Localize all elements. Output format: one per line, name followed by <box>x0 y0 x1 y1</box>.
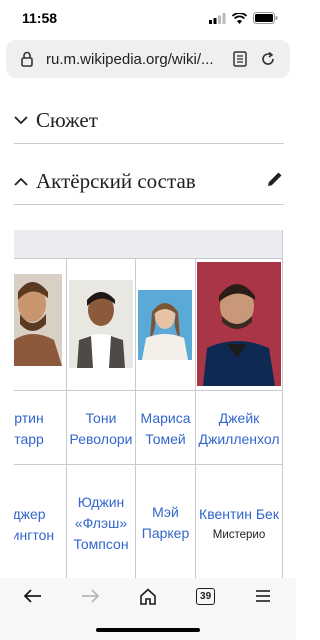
actor-photo <box>69 280 133 368</box>
actor-photo <box>14 274 62 366</box>
actor-photo <box>138 290 192 360</box>
role-name[interactable]: Квентин Бек Мистерио <box>196 504 282 546</box>
wifi-icon <box>232 12 247 24</box>
reload-icon[interactable] <box>254 51 282 67</box>
divider <box>14 204 284 205</box>
tabs-button[interactable]: 39 <box>179 580 233 612</box>
arrow-right-icon <box>82 589 100 603</box>
browser-toolbar: 39 <box>0 578 296 614</box>
divider <box>14 143 284 144</box>
role-name[interactable]: Юджин «Флэш» Томпсон <box>67 492 135 555</box>
arrow-left-icon <box>23 589 41 603</box>
battery-icon <box>253 12 278 24</box>
section-cast[interactable]: Актёрский состав <box>14 167 284 195</box>
actor-name[interactable]: Джейк Джилленхол <box>196 408 282 450</box>
table-header <box>14 230 282 259</box>
back-button[interactable] <box>6 580 60 612</box>
role-name[interactable]: Мэй Паркер <box>136 502 195 544</box>
home-indicator <box>96 628 200 632</box>
section-title: Актёрский состав <box>36 168 196 193</box>
chevron-up-icon <box>14 177 32 186</box>
reader-mode-icon[interactable] <box>226 51 254 67</box>
url-text[interactable]: ru.m.wikipedia.org/wiki/... <box>46 51 226 68</box>
role-subtitle: Мистерио <box>212 529 266 541</box>
forward-button[interactable] <box>63 580 117 612</box>
actor-name[interactable]: ртин тарр <box>14 408 66 450</box>
section-plot[interactable]: Сюжет <box>14 106 284 134</box>
role-name[interactable]: джер рингтон <box>14 504 66 546</box>
lock-icon <box>14 51 40 67</box>
actor-name[interactable]: Мариса Томей <box>136 408 195 450</box>
edit-pencil-icon[interactable] <box>266 170 284 193</box>
chevron-down-icon <box>14 115 32 125</box>
status-time: 11:58 <box>22 10 58 26</box>
cast-table: ртин тарр Тони Револори Мариса Томей Дже… <box>14 230 283 578</box>
actor-photo <box>197 262 281 386</box>
home-icon <box>140 587 156 605</box>
signal-icon <box>209 12 226 24</box>
home-indicator-area <box>0 614 296 640</box>
menu-icon <box>256 590 271 602</box>
home-button[interactable] <box>121 580 175 612</box>
actor-name[interactable]: Тони Револори <box>67 408 135 450</box>
menu-button[interactable] <box>236 580 290 612</box>
status-bar: 11:58 <box>0 0 296 36</box>
tab-count: 39 <box>196 587 216 605</box>
address-bar[interactable]: ru.m.wikipedia.org/wiki/... <box>6 40 290 78</box>
section-title: Сюжет <box>36 107 98 132</box>
